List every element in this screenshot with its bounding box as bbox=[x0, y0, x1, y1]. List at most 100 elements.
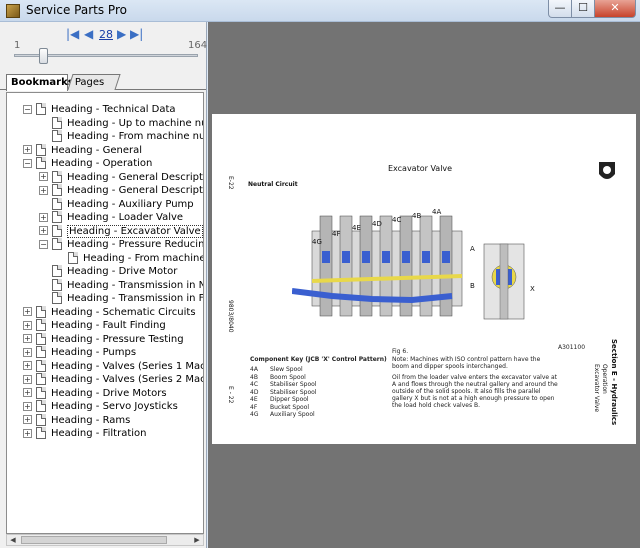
diagram-label: 4C bbox=[392, 216, 401, 224]
expand-icon[interactable]: + bbox=[23, 361, 32, 370]
collapse-icon[interactable]: − bbox=[23, 158, 32, 168]
bookmark-item[interactable]: + Heading - Pumps bbox=[23, 346, 136, 359]
maximize-button[interactable]: ☐ bbox=[571, 0, 595, 18]
document-icon bbox=[36, 386, 46, 399]
document-viewer[interactable]: E-22 9803/8040 E - 22 Excavator Valve Ne… bbox=[208, 22, 640, 548]
component-key-name: Dipper Spool bbox=[270, 396, 309, 403]
document-icon bbox=[36, 103, 46, 115]
scroll-left-icon[interactable]: ◀ bbox=[7, 535, 19, 545]
bookmark-label: Heading - From machine no. 7 bbox=[83, 252, 204, 264]
scroll-right-icon[interactable]: ▶ bbox=[191, 535, 203, 545]
tab-bookmarks[interactable]: Bookmarks bbox=[6, 74, 74, 91]
expand-icon[interactable]: + bbox=[23, 374, 32, 384]
expand-icon[interactable]: + bbox=[23, 388, 32, 397]
spool bbox=[339, 215, 353, 317]
document-title: Excavator Valve bbox=[388, 164, 453, 173]
bookmark-item[interactable]: + Heading - Schematic Circuits bbox=[23, 305, 196, 319]
navigation-pane: |◀ ◀ 28 ▶ ▶| 1 164 Bookmarks Pages − Head… bbox=[0, 22, 207, 548]
bookmark-item[interactable]: + Heading - Fault Finding bbox=[23, 319, 166, 332]
bookmark-item[interactable]: + Heading - General Description up bbox=[39, 170, 203, 184]
tree-horizontal-scrollbar[interactable]: ◀ ▶ bbox=[6, 534, 204, 546]
minimize-button[interactable]: — bbox=[548, 0, 572, 18]
expand-icon[interactable]: + bbox=[23, 428, 32, 438]
expand-icon[interactable]: + bbox=[23, 320, 32, 330]
document-icon bbox=[52, 197, 62, 210]
diagram-label: 4G bbox=[312, 238, 322, 246]
bookmark-item[interactable]: − Heading - Operation bbox=[23, 157, 152, 170]
slider-thumb[interactable] bbox=[39, 48, 49, 64]
expand-icon[interactable]: + bbox=[23, 415, 32, 424]
component-key-name: Auxiliary Spool bbox=[270, 411, 315, 418]
figure-code: A301100 bbox=[558, 344, 586, 351]
bookmark-item[interactable]: + Heading - Rams bbox=[23, 413, 131, 427]
section-subtitle: Operation bbox=[601, 364, 608, 394]
expand-icon[interactable]: + bbox=[39, 172, 48, 181]
document-icon bbox=[36, 373, 46, 385]
bookmark-item[interactable]: Heading - Transmission in Forwar bbox=[39, 292, 203, 305]
expand-icon[interactable]: + bbox=[23, 307, 32, 316]
bookmark-item[interactable]: + Heading - Valves (Series 2 Machines) bbox=[23, 373, 203, 386]
diagram-label: 4E bbox=[352, 224, 361, 232]
valve-section-view bbox=[483, 243, 525, 320]
diagram-label: 4A bbox=[432, 208, 441, 216]
document-icon bbox=[36, 346, 46, 358]
description-line: A and flows through the neutral gallery … bbox=[392, 381, 558, 388]
expand-icon[interactable]: + bbox=[39, 226, 48, 235]
bookmark-label: Heading - Excavator Valve bbox=[67, 224, 203, 238]
bookmark-item[interactable]: + Heading - Filtration bbox=[23, 427, 146, 440]
bookmark-item[interactable]: + Heading - Excavator Valve bbox=[39, 224, 203, 238]
tab-pages[interactable]: Pages bbox=[67, 74, 121, 90]
document-icon bbox=[68, 251, 78, 264]
component-key-code: 4C bbox=[250, 381, 259, 388]
expand-icon[interactable]: + bbox=[39, 185, 48, 195]
document-icon bbox=[36, 400, 46, 412]
figure-label: Fig 6. bbox=[392, 348, 409, 355]
document-subtitle: Neutral Circuit bbox=[248, 181, 298, 188]
spool-oil bbox=[422, 251, 430, 263]
bookmark-tree: − Heading - Technical Data Heading - Up to… bbox=[6, 92, 204, 534]
window-title: Service Parts Pro bbox=[26, 3, 127, 17]
component-key-code: 4B bbox=[250, 373, 258, 381]
slider-max-label: 164 bbox=[188, 40, 208, 51]
document-icon bbox=[52, 184, 62, 196]
bookmark-item[interactable]: + Heading - Pressure Testing bbox=[23, 332, 184, 346]
bookmark-item[interactable]: Heading - Up to machine number 7 bbox=[39, 116, 203, 130]
bookmark-item[interactable]: Heading - From machine no. 7 bbox=[55, 251, 204, 265]
expand-icon[interactable]: + bbox=[23, 347, 32, 357]
collapse-icon[interactable]: − bbox=[23, 104, 32, 114]
document-icon bbox=[52, 170, 62, 183]
diagram-label: 4B bbox=[412, 212, 421, 220]
manufacturer-logo bbox=[599, 162, 615, 179]
tab-pages-label: Pages bbox=[74, 77, 105, 88]
bookmark-item[interactable]: Heading - Auxiliary Pump bbox=[39, 197, 194, 211]
bookmark-item[interactable]: Heading - Transmission in Neutral bbox=[39, 278, 203, 292]
bookmark-item[interactable]: + Heading - Valves (Series 1 Machines) bbox=[23, 359, 203, 373]
collapse-icon[interactable]: − bbox=[39, 239, 48, 249]
bookmark-label: Heading - Rams bbox=[51, 414, 131, 426]
bookmark-item[interactable]: + Heading - Loader Valve bbox=[39, 211, 183, 224]
expand-icon[interactable]: + bbox=[23, 401, 32, 411]
bookmark-item[interactable]: + Heading - General bbox=[23, 143, 142, 157]
bookmark-label: Heading - Drive Motor bbox=[67, 266, 178, 277]
expand-icon[interactable]: + bbox=[23, 334, 32, 343]
document-page: E-22 9803/8040 E - 22 Excavator Valve Ne… bbox=[212, 114, 636, 444]
expand-icon[interactable]: + bbox=[23, 145, 32, 154]
bookmark-item[interactable]: + Heading - Drive Motors bbox=[23, 386, 167, 400]
bookmark-label: Heading - Filtration bbox=[51, 428, 147, 439]
bookmark-item[interactable]: + Heading - General Description fror bbox=[39, 184, 203, 197]
bookmark-label: Heading - General bbox=[51, 144, 142, 156]
document-icon bbox=[36, 157, 46, 169]
bookmark-label: Heading - Pumps bbox=[51, 347, 137, 358]
bookmark-item[interactable]: − Heading - Pressure Reducing Sole bbox=[39, 238, 203, 251]
close-button[interactable]: ✕ bbox=[594, 0, 636, 18]
bookmark-label: Heading - Pressure Testing bbox=[51, 333, 184, 345]
bookmark-item[interactable]: Heading - From machine number 7 bbox=[39, 130, 203, 143]
bookmark-item[interactable]: Heading - Drive Motor bbox=[39, 265, 177, 278]
slider-min-label: 1 bbox=[14, 40, 21, 51]
expand-icon[interactable]: + bbox=[39, 212, 48, 222]
bookmark-item[interactable]: + Heading - Servo Joysticks bbox=[23, 400, 178, 413]
scroll-thumb[interactable] bbox=[21, 536, 167, 544]
bookmark-label: Heading - Fault Finding bbox=[51, 320, 166, 331]
document-icon bbox=[52, 211, 62, 223]
bookmark-item[interactable]: − Heading - Technical Data bbox=[23, 103, 176, 116]
